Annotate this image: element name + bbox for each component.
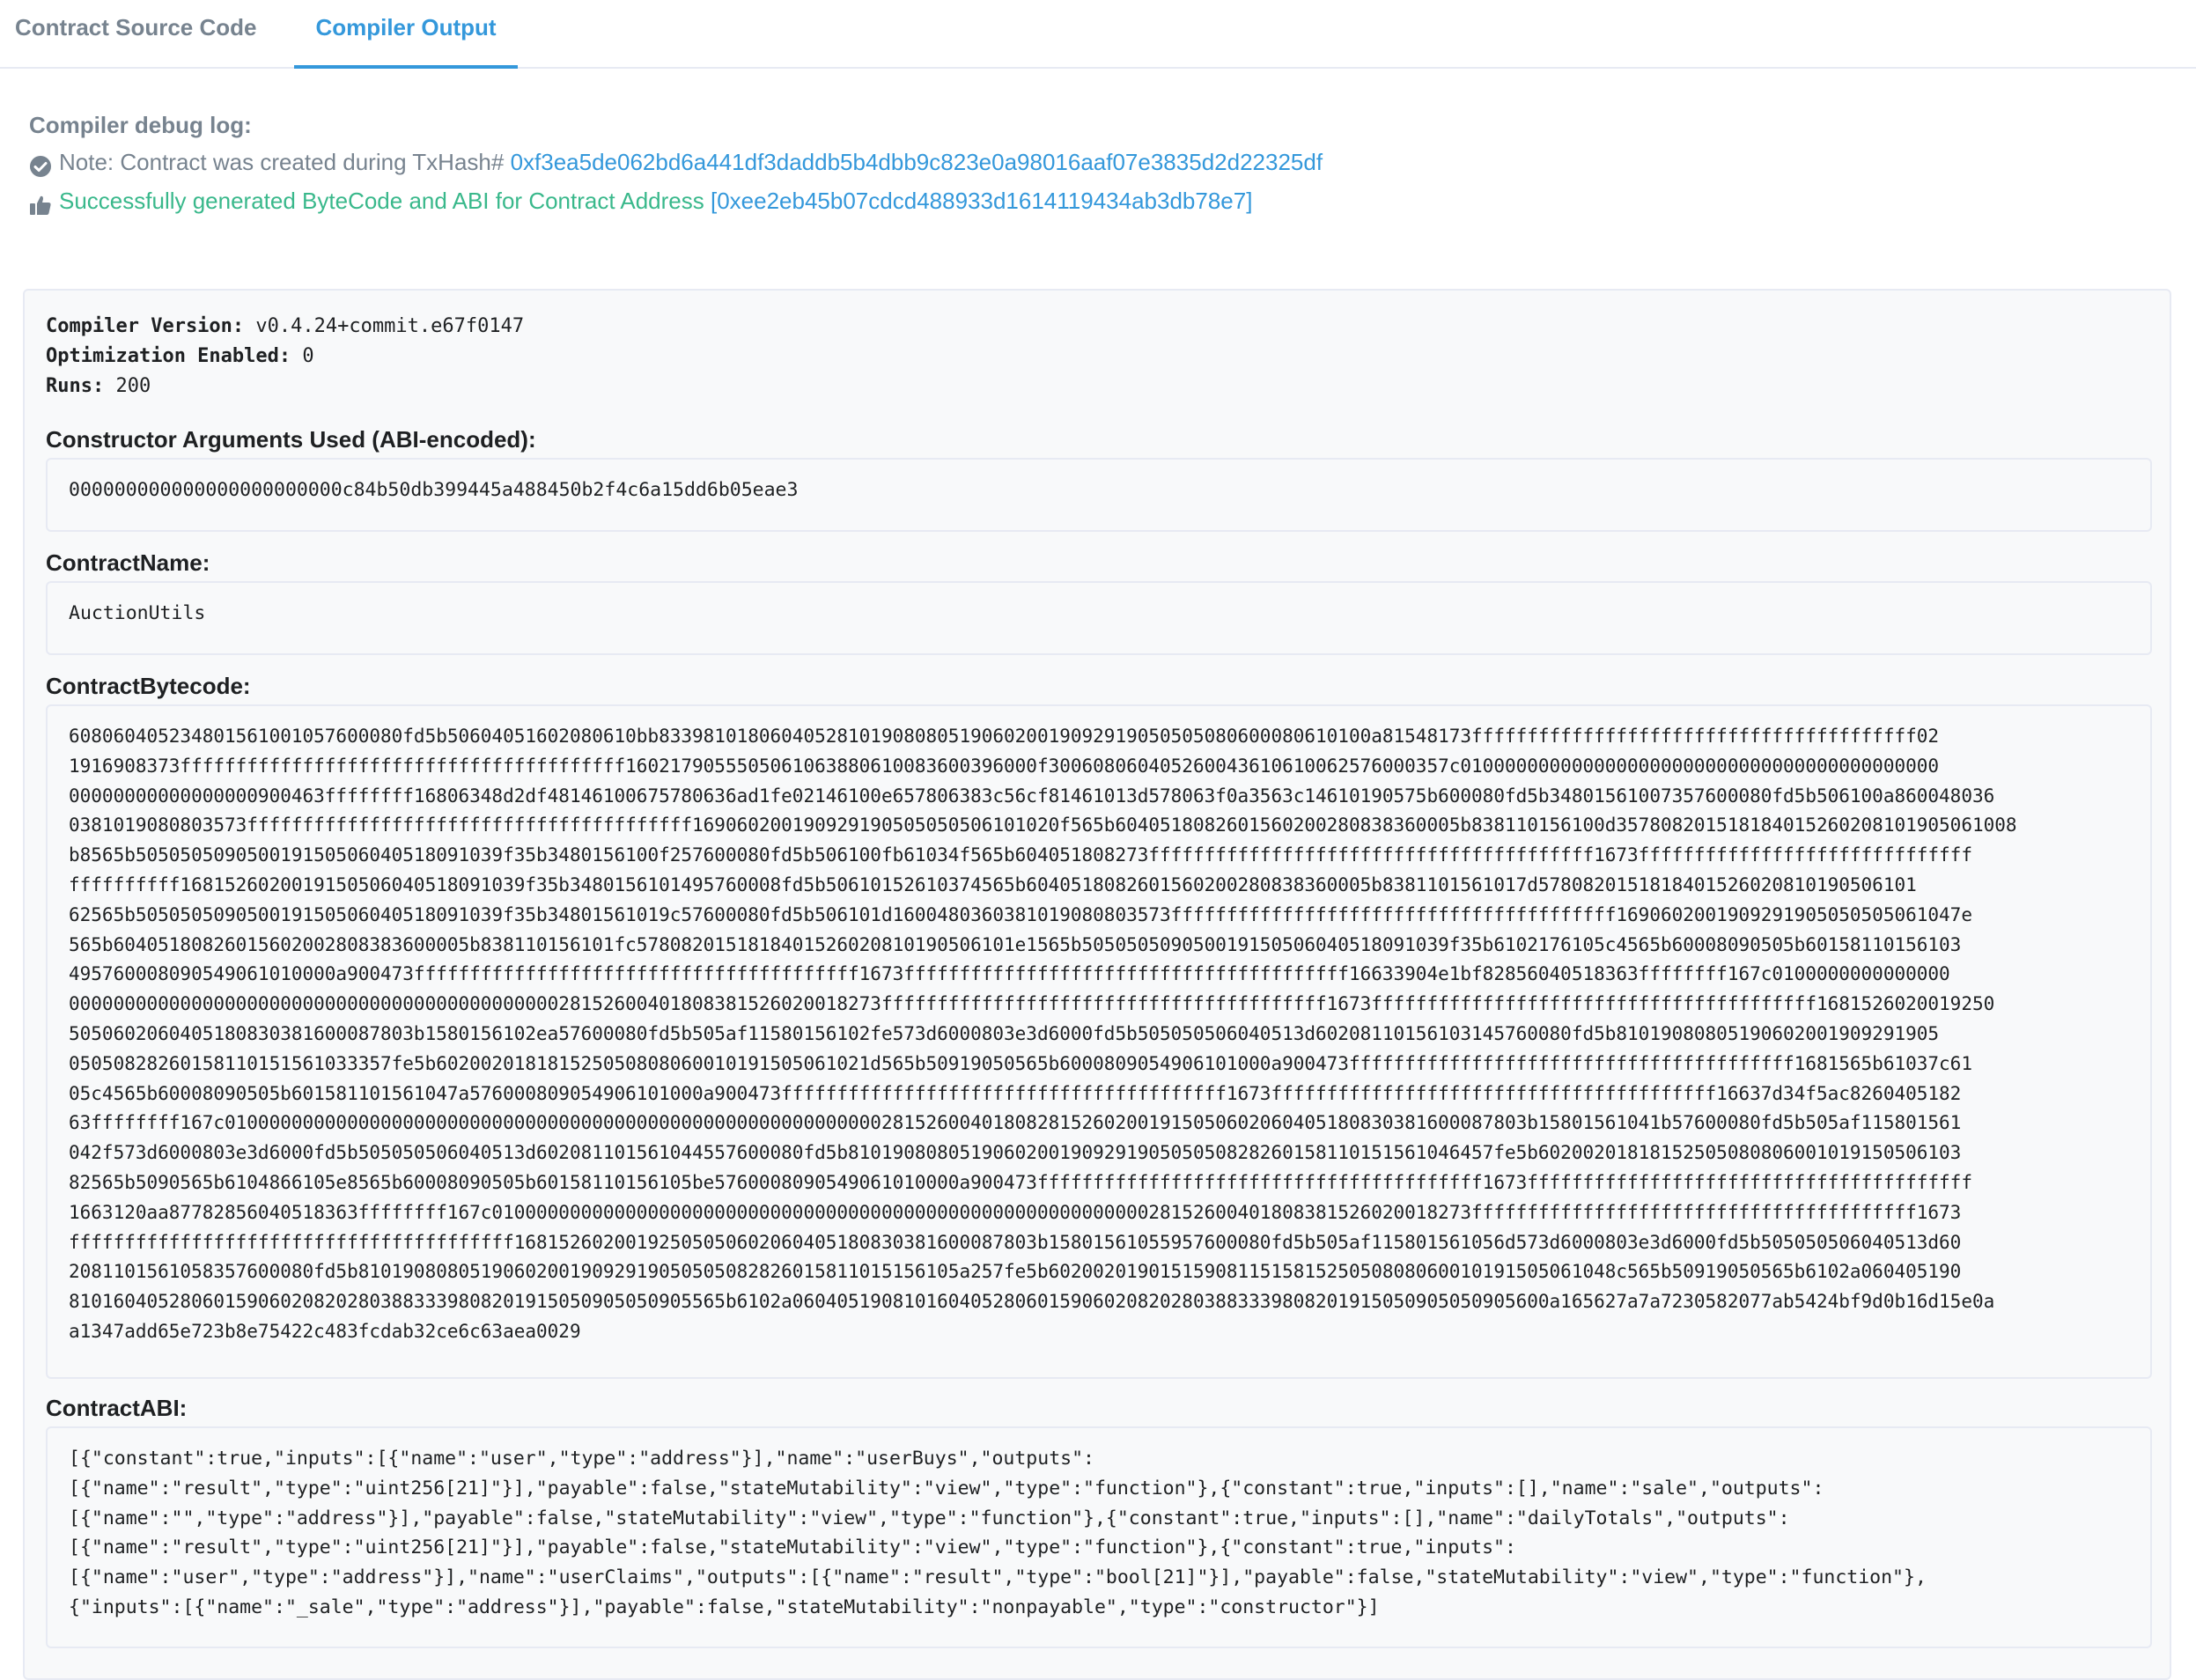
contract-bytecode-box[interactable]: 608060405234801561001057600080fd5b506040… xyxy=(46,704,2152,1379)
bytecode-line: a1347add65e723b8e75422c483fcdab32ce6c63a… xyxy=(69,1320,581,1342)
bytecode-line: 62565b505050509050019150506040518091039f… xyxy=(69,903,1972,925)
contract-abi-box[interactable]: [{"constant":true,"inputs":[{"name":"use… xyxy=(46,1426,2152,1648)
abi-line: [{"name":"result","type":"uint256[21]"}]… xyxy=(69,1536,1516,1559)
bytecode-line: ffffffffff168152602001915050604051809103… xyxy=(69,873,1917,895)
tab-bar: Contract Source Code Compiler Output xyxy=(0,0,2196,69)
bytecode-line: 1663120aa87782856040518363ffffffff167c01… xyxy=(69,1201,1962,1223)
bytecode-line: 608060405234801561001057600080fd5b506040… xyxy=(69,726,1940,747)
bytecode-line: 2081101561058357600080fd5b81019080805190… xyxy=(69,1261,1962,1283)
success-message: Successfully generated ByteCode and ABI … xyxy=(59,188,704,214)
runs-row: Runs: 200 xyxy=(46,372,524,402)
debug-log-heading: Compiler debug log: xyxy=(29,112,252,138)
active-tab-underline xyxy=(294,65,518,69)
bytecode-line: 82565b5090565b6104866105e8565b6000809050… xyxy=(69,1171,1972,1193)
abi-line: [{"name":"result","type":"uint256[21]"}]… xyxy=(69,1477,1824,1499)
bytecode-line: 05050828260158110151561033357fe5b6020020… xyxy=(69,1052,1972,1074)
compiler-version-label: Compiler Version: xyxy=(46,315,245,337)
tab-compiler-output-label: Compiler Output xyxy=(315,14,497,41)
bytecode-line: 495760008090549061010000a900473fffffffff… xyxy=(69,963,1950,985)
check-circle-icon xyxy=(29,151,52,177)
runs-value: 200 xyxy=(115,375,151,397)
bytecode-line: 5050602060405180830381600087803b15801561… xyxy=(69,1022,1940,1044)
constructor-args-title: Constructor Arguments Used (ABI-encoded)… xyxy=(46,426,536,453)
abi-line: [{"name":"","type":"address"}],"payable"… xyxy=(69,1507,1790,1529)
bytecode-line: 042f573d6000803e3d6000fd5b50505050604051… xyxy=(69,1142,1962,1164)
compiler-debug-log: Compiler debug log: Note: Contract was c… xyxy=(29,107,2178,220)
compiler-version-value: v0.4.24+commit.e67f0147 xyxy=(255,315,525,337)
bytecode-line: 8101604052806015906020820280388333980820… xyxy=(69,1291,1995,1313)
bytecode-line: ffffffffffffffffffffffffffffffffffffffff… xyxy=(69,1231,1962,1253)
success-line: Successfully generated ByteCode and ABI … xyxy=(29,181,2178,220)
bytecode-line: 63ffffffff167c01000000000000000000000000… xyxy=(69,1112,1962,1134)
bytecode-line: b8565b505050509050019150506040518091039f… xyxy=(69,844,1972,866)
contract-name-title: ContractName: xyxy=(46,549,210,576)
thumbs-up-icon xyxy=(29,189,52,215)
tx-note-line: Note: Contract was created during TxHash… xyxy=(29,143,2178,181)
optimization-value: 0 xyxy=(302,345,314,367)
compiler-output-panel: Compiler Version: v0.4.24+commit.e67f014… xyxy=(23,289,2171,1680)
runs-label: Runs: xyxy=(46,375,105,397)
constructor-args-value: 000000000000000000000000c84b50db399445a4… xyxy=(69,479,799,501)
abi-line: [{"name":"user","type":"address"}],"name… xyxy=(69,1566,1927,1589)
bytecode-line: 1916908373ffffffffffffffffffffffffffffff… xyxy=(69,755,1940,777)
contract-bytecode-title: ContractBytecode: xyxy=(46,673,251,699)
tab-contract-source-code[interactable]: Contract Source Code xyxy=(15,0,257,67)
tx-note-label: Note: Contract was created during TxHash… xyxy=(59,149,505,175)
contract-name-value: AuctionUtils xyxy=(69,602,206,624)
abi-line: [{"constant":true,"inputs":[{"name":"use… xyxy=(69,1448,1094,1470)
compiler-meta: Compiler Version: v0.4.24+commit.e67f014… xyxy=(46,312,524,402)
compiler-version-row: Compiler Version: v0.4.24+commit.e67f014… xyxy=(46,312,524,342)
bytecode-line: 0381019080803573ffffffffffffffffffffffff… xyxy=(69,814,2017,836)
optimization-row: Optimization Enabled: 0 xyxy=(46,342,524,372)
contract-name-box[interactable]: AuctionUtils xyxy=(46,581,2152,655)
optimization-label: Optimization Enabled: xyxy=(46,345,291,367)
contract-abi-title: ContractABI: xyxy=(46,1395,188,1421)
bytecode-line: 05c4565b60008090505b601581101561047a5760… xyxy=(69,1082,1962,1104)
tx-hash-link[interactable]: 0xf3ea5de062bd6a441df3daddb5b4dbb9c823e0… xyxy=(511,143,1323,181)
abi-line: {"inputs":[{"name":"_sale","type":"addre… xyxy=(69,1595,1380,1618)
bytecode-line: 565b60405180826015602002808383600005b838… xyxy=(69,933,1962,955)
tab-compiler-output[interactable]: Compiler Output xyxy=(294,0,518,69)
bytecode-line: 00000000000000000900463ffffffff16806348d… xyxy=(69,785,1995,807)
bytecode-line: 0000000000000000000000000000000000000000… xyxy=(69,993,1995,1015)
contract-address-link[interactable]: [0xee2eb45b07cdcd488933d1614119434ab3db7… xyxy=(711,181,1252,220)
constructor-args-box[interactable]: 000000000000000000000000c84b50db399445a4… xyxy=(46,458,2152,532)
